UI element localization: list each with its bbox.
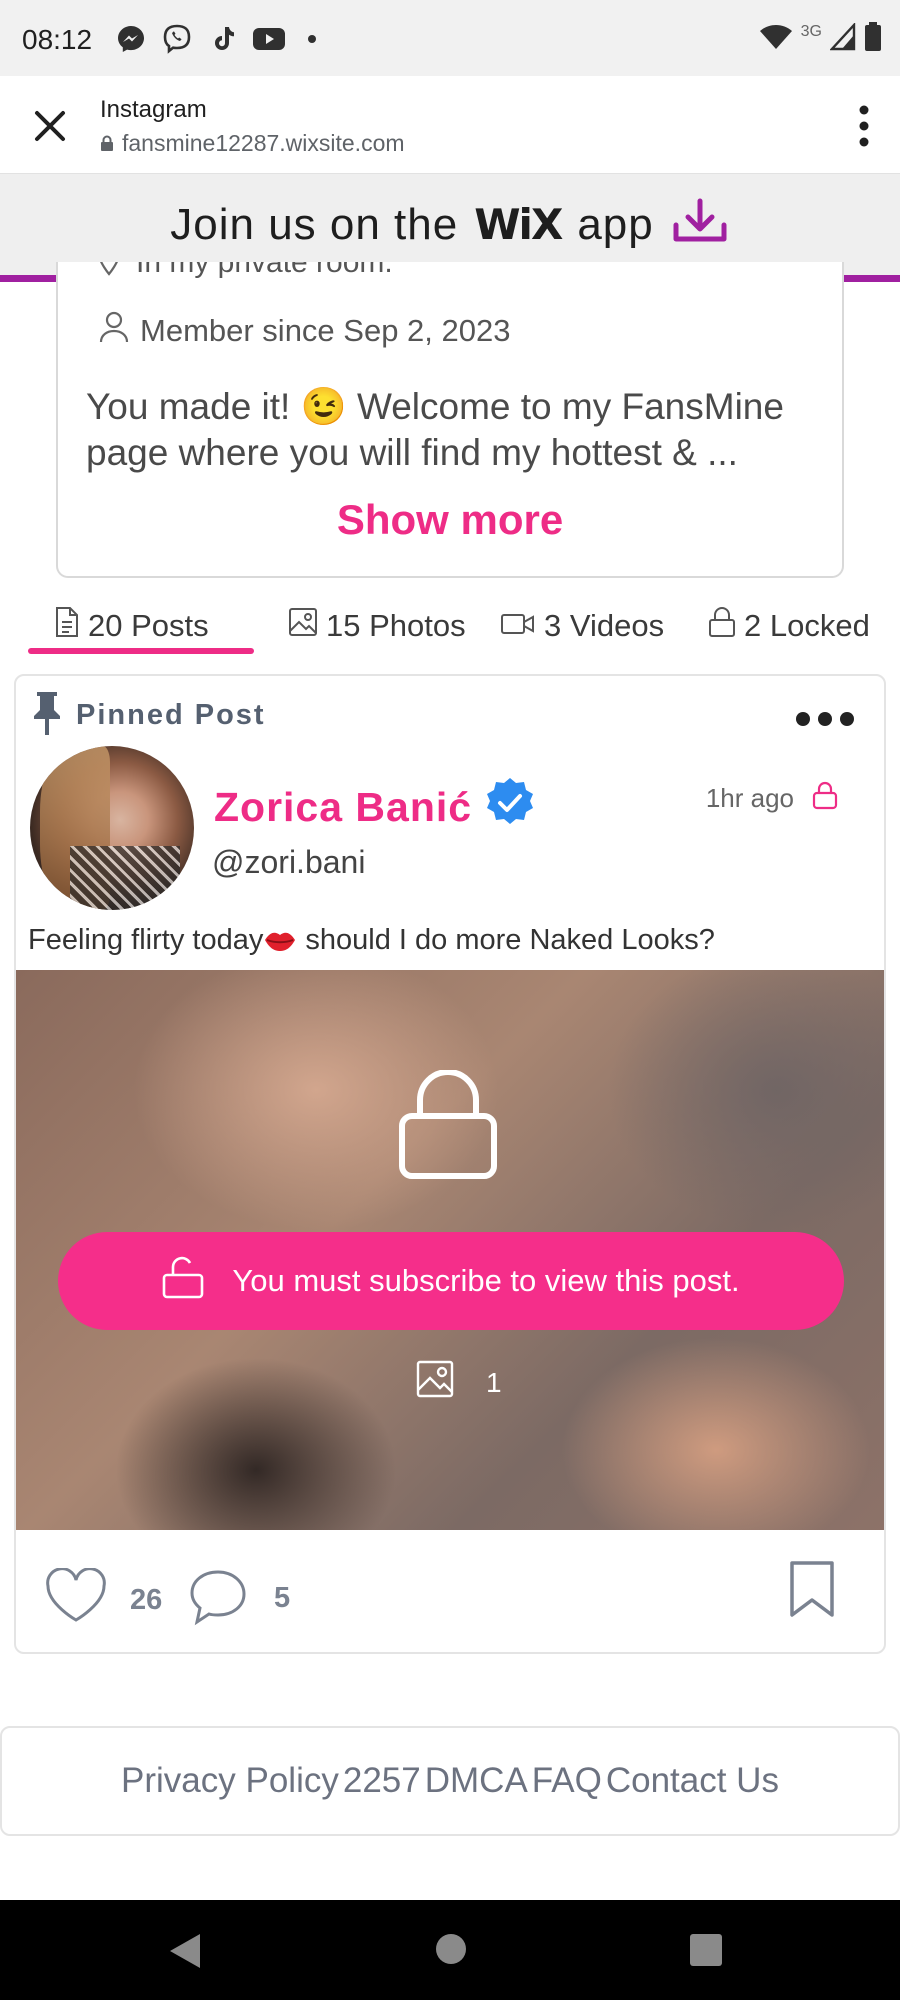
messenger-icon <box>114 22 148 56</box>
media-lock-icon <box>398 1069 498 1180</box>
location-pin-icon <box>96 262 122 284</box>
home-icon[interactable] <box>436 1934 466 1964</box>
post-time-text: 1hr ago <box>705 783 794 813</box>
wifi-icon <box>759 23 793 56</box>
download-icon[interactable] <box>670 197 730 252</box>
tab-locked[interactable]: 2 Locked <box>682 604 872 648</box>
footer-links: Privacy Policy 2257 DMCA FAQ Contact Us <box>0 1726 900 1836</box>
content-tabs: 20 Posts 15 Photos 3 Videos 2 Locked <box>28 604 878 654</box>
custom-tab-bar: Instagram fansmine12287.wixsite.com <box>0 76 900 174</box>
wix-banner-text: Join us on the <box>170 199 459 249</box>
tab-videos-label: 3 Videos <box>544 608 665 643</box>
video-icon <box>500 608 536 644</box>
wix-logo: WiX <box>474 200 563 249</box>
author-name-text: Zorica Banić <box>214 783 473 830</box>
wix-banner-app-text: app <box>577 199 654 249</box>
tab-videos[interactable]: 3 Videos <box>474 604 682 648</box>
recents-icon[interactable] <box>690 1934 722 1966</box>
like-count: 26 <box>130 1584 163 1616</box>
tab-locked-label: 2 Locked <box>744 608 870 643</box>
member-since-row: Member since Sep 2, 2023 <box>98 310 511 352</box>
signal-icon <box>829 21 856 56</box>
pinned-label: Pinned Post <box>76 699 266 731</box>
member-since-text: Member since Sep 2, 2023 <box>140 313 511 348</box>
footer-privacy-link[interactable]: Privacy Policy <box>121 1761 339 1801</box>
locked-media[interactable]: You must subscribe to view this post. 1 <box>16 970 884 1530</box>
more-notifications-dot <box>308 35 316 43</box>
caption-text: Feeling flirty today <box>28 924 264 956</box>
post-card: Pinned Post Zorica Banić @zori.bani 1hr … <box>14 674 886 1654</box>
back-icon[interactable] <box>168 1932 202 1975</box>
comment-count: 5 <box>274 1582 291 1614</box>
comment-icon[interactable] <box>188 1568 248 1631</box>
avatar[interactable] <box>30 746 194 910</box>
close-icon[interactable] <box>30 106 70 146</box>
padlock-icon <box>100 130 114 157</box>
bookmark-icon[interactable] <box>788 1560 836 1623</box>
tab-posts[interactable]: 20 Posts <box>28 604 252 648</box>
tab-posts-label: 20 Posts <box>88 608 209 643</box>
youtube-icon <box>252 22 286 56</box>
tab-photos-label: 15 Photos <box>326 608 466 643</box>
verified-badge-icon <box>484 776 536 838</box>
post-caption: Feeling flirty today should I do more Na… <box>28 924 715 957</box>
post-time: 1hr ago <box>706 780 838 817</box>
browser-url[interactable]: fansmine12287.wixsite.com <box>100 130 405 157</box>
footer-faq-link[interactable]: FAQ <box>532 1761 602 1801</box>
show-more-link[interactable]: Show more <box>58 496 842 544</box>
user-icon <box>98 310 130 352</box>
tab-photos[interactable]: 15 Photos <box>252 604 474 648</box>
footer-2257-link[interactable]: 2257 <box>343 1761 421 1801</box>
unlock-icon <box>162 1255 204 1307</box>
location-text: In my private room. <box>136 262 393 279</box>
status-bar: 08:12 3G <box>0 0 900 76</box>
document-icon <box>54 606 80 646</box>
footer-dmca-link[interactable]: DMCA <box>425 1761 528 1801</box>
battery-icon <box>864 22 882 57</box>
caption-text-rest: should I do more Naked Looks? <box>297 924 715 956</box>
post-actions: 26 5 <box>16 1530 884 1654</box>
media-count-value: 1 <box>486 1366 502 1398</box>
browser-title: Instagram <box>100 96 207 123</box>
url-text: fansmine12287.wixsite.com <box>122 130 405 156</box>
system-nav-bar <box>0 1900 900 2000</box>
subscribe-button[interactable]: You must subscribe to view this post. <box>58 1232 844 1330</box>
media-count: 1 <box>416 1360 502 1405</box>
subscribe-button-label: You must subscribe to view this post. <box>232 1263 740 1298</box>
tiktok-icon <box>206 22 240 56</box>
heart-icon[interactable] <box>44 1567 108 1629</box>
lock-icon <box>708 606 736 646</box>
status-time: 08:12 <box>22 24 93 55</box>
author-name[interactable]: Zorica Banić <box>214 776 536 838</box>
profile-about-card: Member since Sep 2, 2023 You made it! 😉 … <box>56 262 844 578</box>
system-icons: 3G <box>759 21 882 57</box>
author-handle[interactable]: @zori.bani <box>212 844 365 881</box>
post-lock-icon <box>812 780 838 817</box>
pin-icon <box>30 690 64 741</box>
network-type: 3G <box>800 22 822 40</box>
location-row-clipped: In my private room. <box>96 262 796 288</box>
overflow-menu-icon[interactable] <box>858 104 870 148</box>
pinned-row: Pinned Post <box>30 690 266 741</box>
viber-icon <box>160 22 194 56</box>
image-icon <box>288 607 318 645</box>
active-tab-indicator <box>28 648 254 654</box>
kiss-lips-icon <box>263 928 297 954</box>
image-count-icon <box>416 1360 454 1405</box>
notification-icons <box>114 22 316 56</box>
footer-contact-link[interactable]: Contact Us <box>606 1761 779 1801</box>
bio-text: You made it! 😉 Welcome to my FansMine pa… <box>86 386 784 473</box>
post-options-icon[interactable] <box>796 712 854 726</box>
